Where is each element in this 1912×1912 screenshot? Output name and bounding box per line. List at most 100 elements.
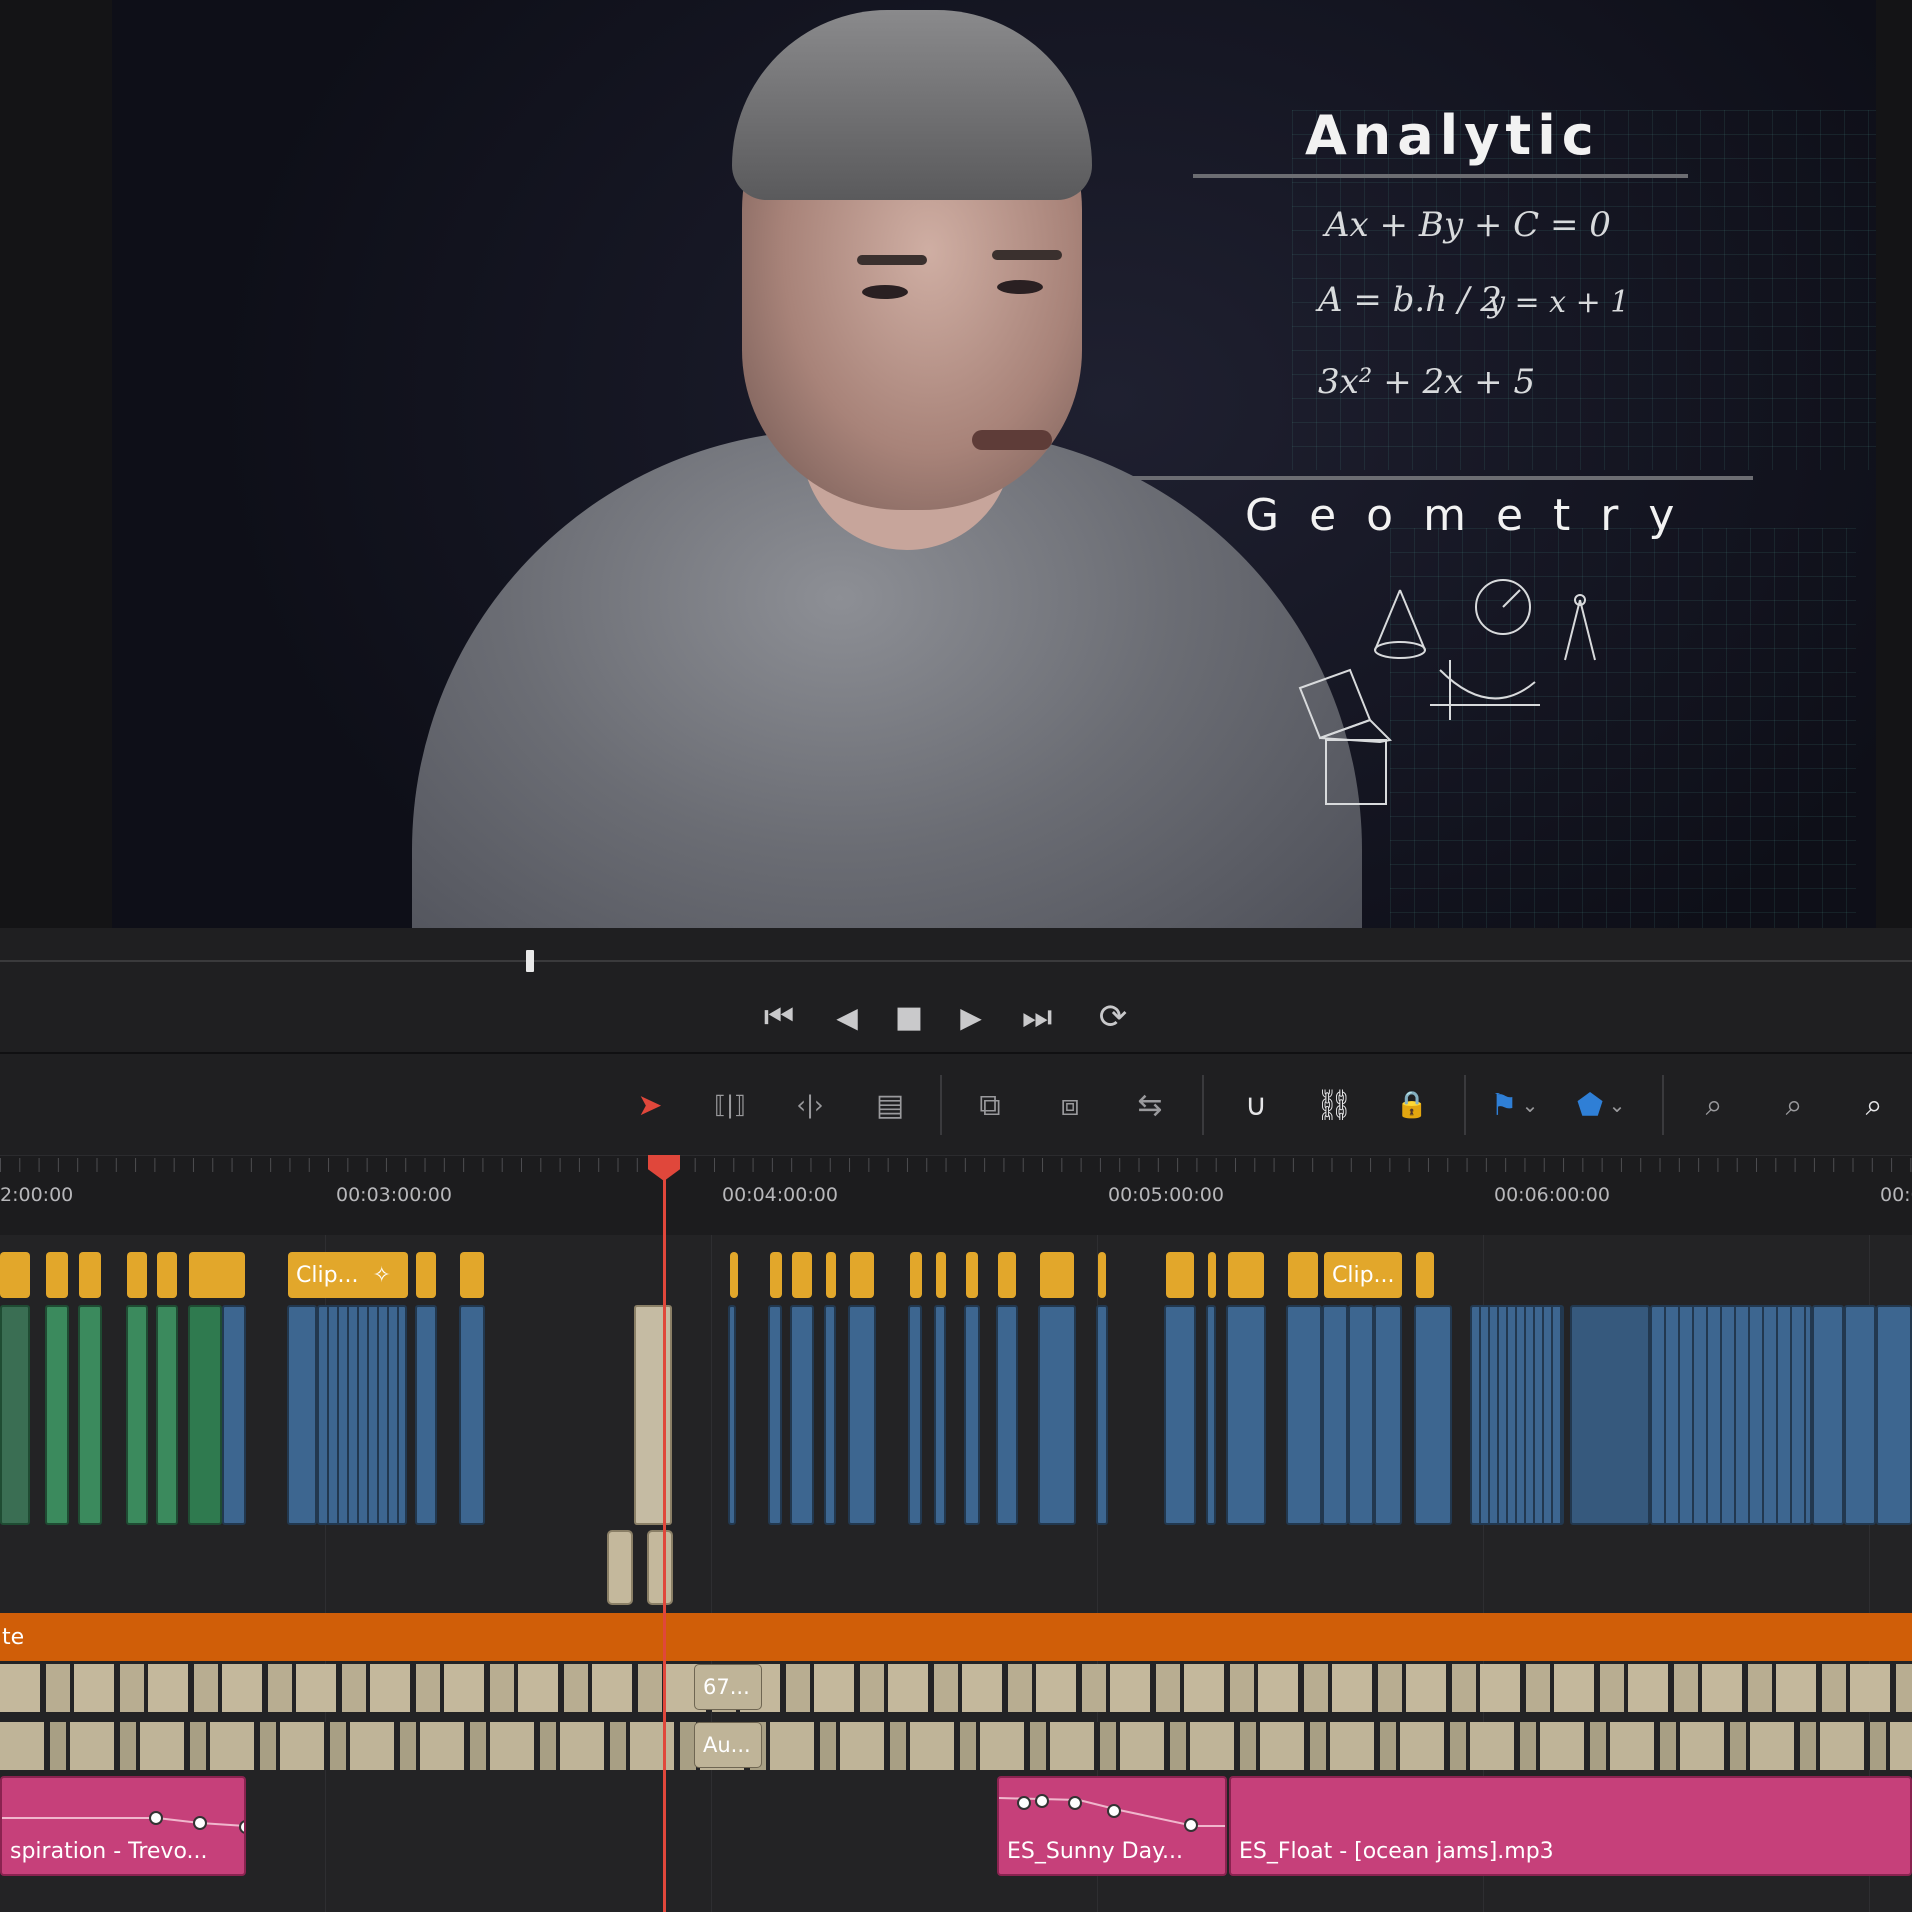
video-clip-group[interactable] xyxy=(317,1305,407,1525)
video-clip[interactable] xyxy=(415,1305,437,1525)
title-clip-label[interactable]: Clip... xyxy=(1324,1252,1402,1298)
title-clip[interactable] xyxy=(157,1252,177,1298)
video-clip[interactable] xyxy=(1570,1305,1650,1525)
music-clip[interactable]: ES_Float - [ocean jams].mp3 xyxy=(1229,1776,1912,1876)
music-clip[interactable]: spiration - Trevo... xyxy=(0,1776,246,1876)
video-clip[interactable] xyxy=(934,1305,946,1525)
adjustment-clip[interactable] xyxy=(634,1305,672,1525)
title-clip[interactable] xyxy=(127,1252,147,1298)
insert-clip-button[interactable]: ⧉ xyxy=(960,1080,1020,1130)
title-clip[interactable] xyxy=(966,1252,978,1298)
title-clip[interactable] xyxy=(936,1252,946,1298)
video-clip[interactable] xyxy=(1226,1305,1266,1525)
video-clip[interactable] xyxy=(728,1305,736,1525)
trim-edit-mode-button[interactable]: ⟦|⟧ xyxy=(700,1080,760,1130)
audio-clip-label[interactable]: 67... xyxy=(694,1664,762,1710)
video-clip[interactable] xyxy=(1374,1305,1402,1525)
title-clip[interactable] xyxy=(79,1252,101,1298)
video-clip[interactable] xyxy=(1322,1305,1348,1525)
title-clip[interactable] xyxy=(0,1252,30,1298)
video-clip[interactable] xyxy=(1844,1305,1876,1525)
title-clip[interactable] xyxy=(1098,1252,1106,1298)
title-clip[interactable] xyxy=(1228,1252,1264,1298)
position-lock-button[interactable]: 🔒 xyxy=(1382,1080,1442,1130)
video-clip[interactable] xyxy=(78,1305,102,1525)
play-reverse-button[interactable]: ◀ xyxy=(820,990,874,1044)
marker-dropdown-chevron-icon[interactable]: ⌄ xyxy=(1602,1080,1632,1130)
keyframe[interactable] xyxy=(1035,1794,1049,1808)
go-to-start-button[interactable]: ⏮ xyxy=(752,990,806,1044)
zoom-full-button[interactable]: ⌕ xyxy=(1684,1080,1744,1130)
video-clip[interactable] xyxy=(647,1530,673,1605)
video-clip-group[interactable] xyxy=(1650,1305,1812,1525)
snapping-button[interactable]: ∪ xyxy=(1226,1080,1286,1130)
video-clip[interactable] xyxy=(1876,1305,1912,1525)
title-clip[interactable] xyxy=(416,1252,436,1298)
video-clip[interactable] xyxy=(1812,1305,1844,1525)
scrubber-track[interactable] xyxy=(0,960,1912,962)
video-clip[interactable] xyxy=(0,1305,30,1525)
video-clip[interactable] xyxy=(848,1305,876,1525)
title-clip[interactable] xyxy=(910,1252,922,1298)
video-clip[interactable] xyxy=(768,1305,782,1525)
title-clip[interactable] xyxy=(998,1252,1016,1298)
video-clip[interactable] xyxy=(1348,1305,1374,1525)
title-clip[interactable] xyxy=(1208,1252,1216,1298)
go-to-end-button[interactable]: ⏭ xyxy=(1010,990,1064,1044)
video-clip[interactable] xyxy=(824,1305,836,1525)
video-clip[interactable] xyxy=(126,1305,148,1525)
flag-dropdown-chevron-icon[interactable]: ⌄ xyxy=(1515,1080,1545,1130)
video-clip[interactable] xyxy=(287,1305,317,1525)
video-clip[interactable] xyxy=(607,1530,633,1605)
video-clip[interactable] xyxy=(1096,1305,1108,1525)
keyframe[interactable] xyxy=(193,1816,207,1830)
keyframe[interactable] xyxy=(1107,1804,1121,1818)
stop-button[interactable]: ■ xyxy=(882,990,936,1044)
title-clip[interactable] xyxy=(730,1252,738,1298)
title-clip[interactable] xyxy=(1166,1252,1194,1298)
video-clip[interactable] xyxy=(964,1305,980,1525)
video-clip[interactable] xyxy=(790,1305,814,1525)
video-clip[interactable] xyxy=(1038,1305,1076,1525)
title-clip[interactable] xyxy=(850,1252,874,1298)
video-clip[interactable] xyxy=(45,1305,69,1525)
video-clip[interactable] xyxy=(156,1305,178,1525)
compound-clip-track[interactable]: te xyxy=(0,1613,1912,1661)
title-clip-label[interactable]: Clip... ✧ xyxy=(288,1252,408,1298)
title-clip[interactable] xyxy=(46,1252,68,1298)
video-clip-group[interactable] xyxy=(1470,1305,1564,1525)
video-clip[interactable] xyxy=(1286,1305,1322,1525)
title-clip[interactable] xyxy=(770,1252,782,1298)
video-clip[interactable] xyxy=(459,1305,485,1525)
audio-clip-label[interactable]: Au... xyxy=(694,1722,762,1768)
playhead-line[interactable] xyxy=(663,1160,666,1912)
title-clip[interactable] xyxy=(1040,1252,1074,1298)
play-button[interactable]: ▶ xyxy=(944,990,998,1044)
zoom-custom-button[interactable]: ⌕ xyxy=(1844,1080,1904,1130)
keyframe[interactable] xyxy=(239,1820,244,1834)
video-clip[interactable] xyxy=(188,1305,222,1525)
selection-mode-button[interactable]: ➤ xyxy=(620,1080,680,1130)
overwrite-clip-button[interactable]: ⧈ xyxy=(1040,1080,1100,1130)
video-clip[interactable] xyxy=(908,1305,922,1525)
replace-clip-button[interactable]: ⇆ xyxy=(1120,1080,1180,1130)
video-clip[interactable] xyxy=(222,1305,246,1525)
title-clip[interactable] xyxy=(1288,1252,1318,1298)
blade-edit-mode-button[interactable]: ▤ xyxy=(860,1080,920,1130)
title-clip[interactable] xyxy=(792,1252,812,1298)
keyframe[interactable] xyxy=(1017,1796,1031,1810)
zoom-detail-button[interactable]: ⌕ xyxy=(1764,1080,1824,1130)
dynamic-trim-mode-button[interactable]: ‹|› xyxy=(780,1080,840,1130)
scrubber-handle[interactable] xyxy=(526,950,534,972)
video-clip[interactable] xyxy=(996,1305,1018,1525)
audio-track-a2[interactable] xyxy=(0,1722,1912,1770)
title-clip[interactable] xyxy=(460,1252,484,1298)
video-clip[interactable] xyxy=(1206,1305,1216,1525)
loop-button[interactable]: ⟳ xyxy=(1086,990,1140,1044)
video-clip[interactable] xyxy=(1414,1305,1452,1525)
keyframe[interactable] xyxy=(149,1811,163,1825)
video-clip[interactable] xyxy=(1164,1305,1196,1525)
audio-track-a1[interactable] xyxy=(0,1664,1912,1712)
keyframe[interactable] xyxy=(1184,1818,1198,1832)
title-clip[interactable] xyxy=(189,1252,245,1298)
